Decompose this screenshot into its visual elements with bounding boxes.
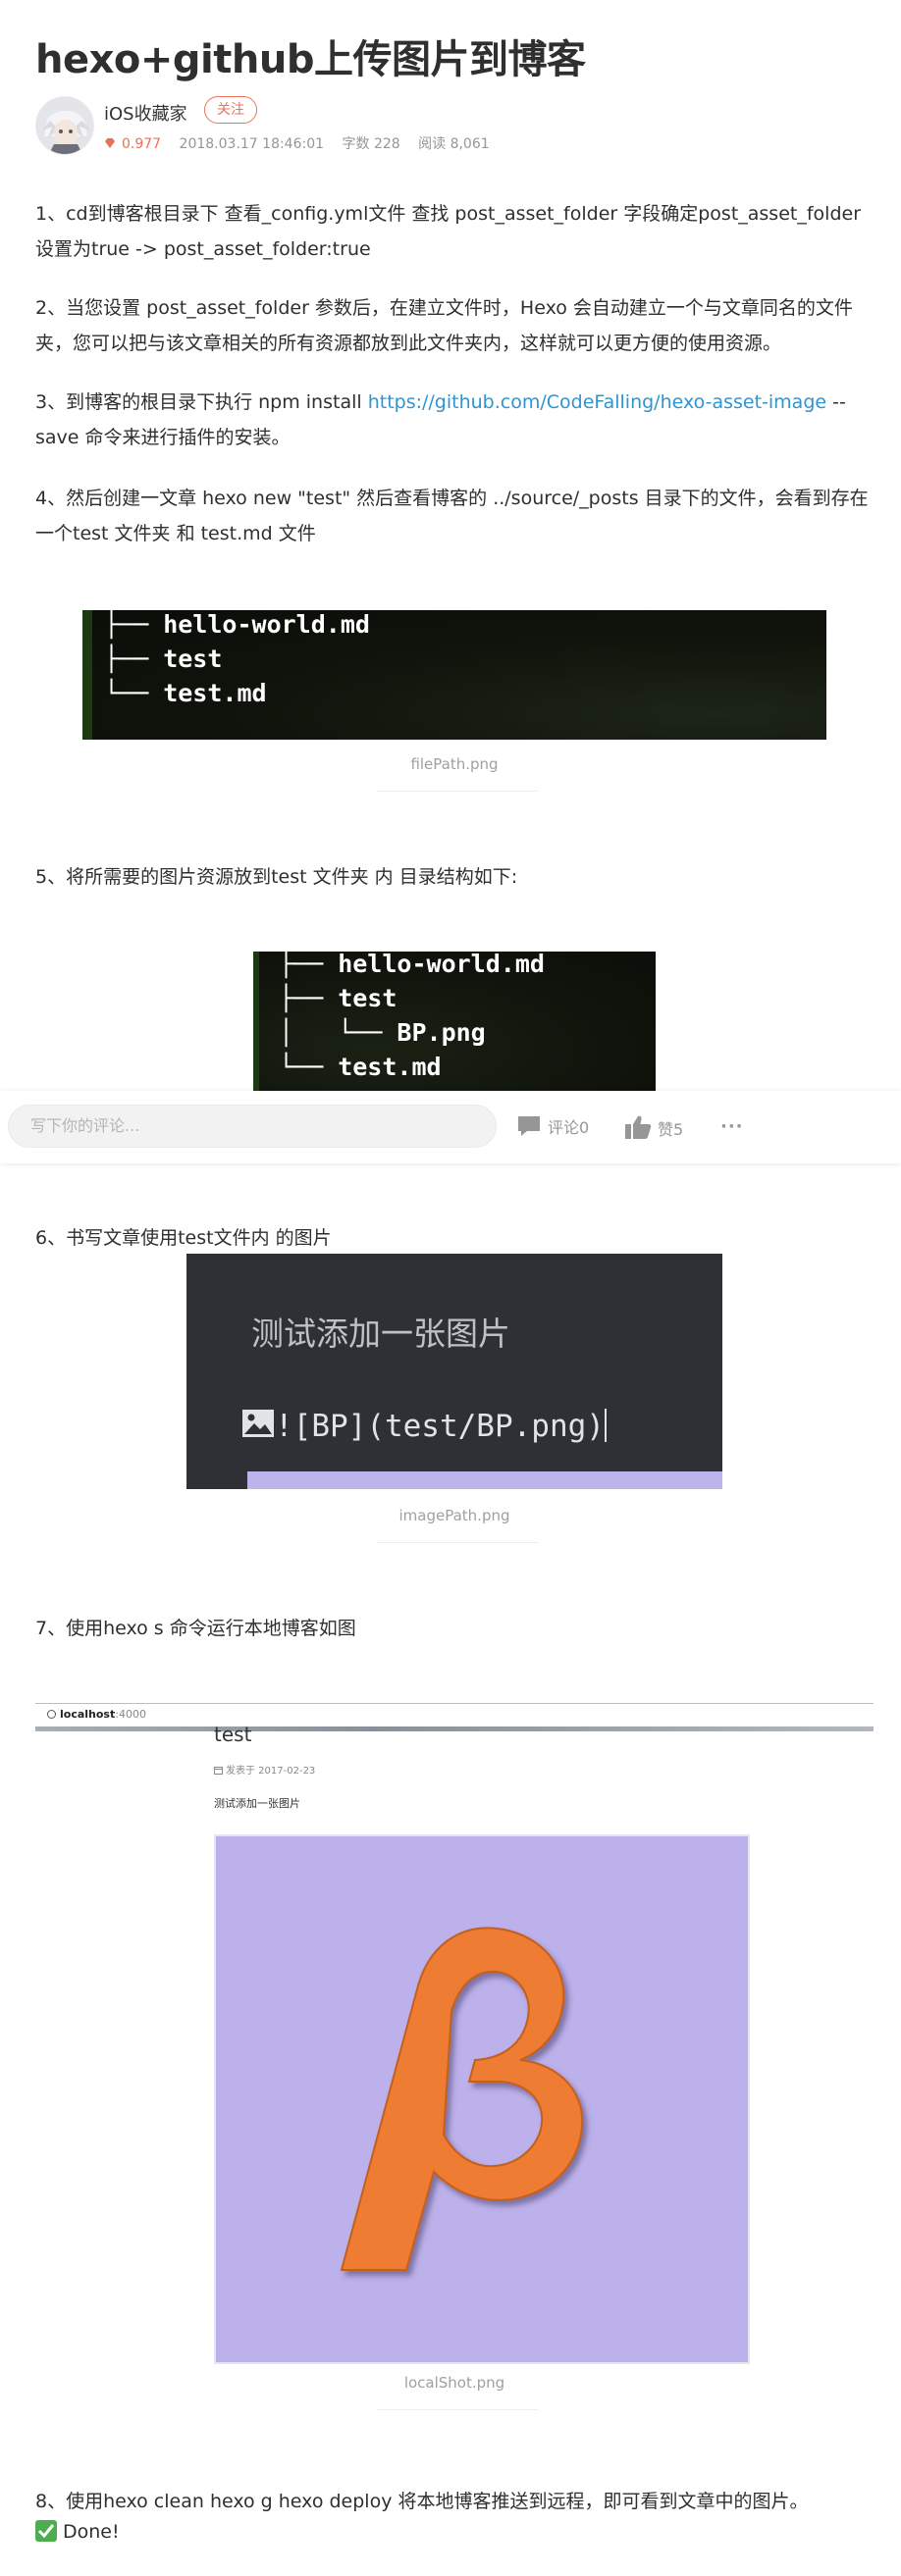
address-host: localhost xyxy=(60,1708,116,1721)
comments-button[interactable]: 评论0 xyxy=(516,1114,589,1140)
reload-icon xyxy=(47,1710,56,1719)
caption-divider xyxy=(377,1542,538,1543)
diamond-icon xyxy=(105,138,115,148)
local-post-date-text: 发表于 2017-02-23 xyxy=(226,1766,316,1777)
image-caption: filePath.png xyxy=(410,755,499,773)
paragraph-3-text: 3、到博客的根目录下执行 npm install xyxy=(35,391,368,413)
paragraph-7: 7、使用hexo s 命令运行本地博客如图 xyxy=(35,1618,356,1639)
paragraph-4: 4、然后创建一文章 hexo new "test" 然后查看博客的 ../sou… xyxy=(35,488,869,544)
paragraph-1: 1、cd到博客根目录下 查看_config.yml文件 查找 post_asse… xyxy=(35,203,862,260)
done-line: Done! xyxy=(35,2520,120,2543)
image-caption: localShot.png xyxy=(403,2374,505,2392)
editor-screenshot: 测试添加一张图片 ![BP](test/BP.png) xyxy=(186,1254,722,1489)
paragraph-5: 5、将所需要的图片资源放到test 文件夹 内 目录结构如下: xyxy=(35,866,518,888)
tree-line: ├── test xyxy=(279,984,398,1012)
tree-line: ├── test xyxy=(104,644,223,673)
publish-date: 2018.03.17 18:46:01 xyxy=(179,136,325,152)
editor-code-line: ![BP](test/BP.png) xyxy=(241,1409,607,1444)
browser-header-rule xyxy=(35,1726,874,1731)
paragraph-3: 3、到博客的根目录下执行 npm install https://github.… xyxy=(35,385,870,455)
paragraph-6: 6、书写文章使用test文件内 的图片 xyxy=(35,1227,332,1249)
jewel-score: 0.977 xyxy=(104,136,166,152)
article-page: hexo+github上传图片到博客 iOS收藏家 关注 0.977 2018.… xyxy=(0,0,901,2576)
caption-divider xyxy=(377,791,538,792)
plugin-link[interactable]: https://github.com/CodeFalling/hexo-asse… xyxy=(368,391,826,413)
author-info: iOS收藏家 关注 0.977 2018.03.17 18:46:01 字数 2… xyxy=(35,96,624,157)
directory-structure-image: ├── hello-world.md ├── test │ └── BP.png… xyxy=(253,952,656,1091)
article-title: hexo+github上传图片到博客 xyxy=(35,37,586,82)
tree-line: ├── hello-world.md xyxy=(104,610,370,639)
tree-line: ├── hello-world.md xyxy=(279,952,545,978)
beta-logo xyxy=(340,1927,584,2271)
file-path-image: ├── hello-world.md ├── test └── test.md xyxy=(82,610,826,740)
follow-button[interactable]: 关注 xyxy=(204,96,257,124)
local-post-date: 发表于 2017-02-23 xyxy=(214,1762,315,1777)
local-post-title: test xyxy=(214,1723,252,1746)
browser-address-bar: localhost:4000 xyxy=(35,1703,874,1725)
text-cursor xyxy=(604,1409,607,1442)
comment-toolbar: 写下你的评论... 评论0 赞5 ··· xyxy=(0,1091,901,1163)
caption-divider xyxy=(377,2409,538,2410)
tree-line: │ └── BP.png xyxy=(279,1018,486,1047)
image-icon xyxy=(242,1410,274,1437)
likes-count: 赞5 xyxy=(658,1120,684,1139)
tree-line: └── test.md xyxy=(279,1053,442,1081)
comment-input[interactable]: 写下你的评论... xyxy=(8,1105,497,1148)
tree-line: └── test.md xyxy=(104,679,267,707)
word-count: 字数 228 xyxy=(342,136,400,152)
done-text: Done! xyxy=(63,2521,120,2543)
author-name[interactable]: iOS收藏家 xyxy=(104,100,187,126)
comment-icon xyxy=(518,1116,540,1136)
address-port: :4000 xyxy=(115,1708,146,1721)
image-preview-strip xyxy=(247,1471,722,1489)
paragraph-2: 2、当您设置 post_asset_folder 参数后，在建立文件时，Hexo… xyxy=(35,297,853,354)
editor-heading-text: 测试添加一张图片 xyxy=(251,1314,510,1353)
markdown-image-syntax: ![BP](test/BP.png) xyxy=(275,1409,605,1444)
read-count: 阅读 8,061 xyxy=(418,136,490,152)
comments-count: 评论0 xyxy=(548,1118,590,1137)
like-button[interactable]: 赞5 xyxy=(624,1114,683,1140)
score-value: 0.977 xyxy=(122,136,162,152)
paragraph-8: 8、使用hexo clean hexo g hexo deploy 将本地博客推… xyxy=(35,2491,809,2512)
calendar-icon xyxy=(214,1767,223,1775)
local-blog-screenshot: localhost:4000 test 发表于 2017-02-23 测试添加一… xyxy=(35,1703,874,2364)
article-meta: 0.977 2018.03.17 18:46:01 字数 228 阅读 8,06… xyxy=(104,133,504,153)
more-options-button[interactable]: ··· xyxy=(720,1114,744,1140)
checkmark-icon xyxy=(35,2520,57,2542)
thumbs-up-icon xyxy=(625,1115,652,1139)
local-post-body: 测试添加一张图片 xyxy=(214,1797,300,1810)
image-caption: imagePath.png xyxy=(398,1507,510,1524)
beta-image xyxy=(214,1834,750,2364)
author-avatar[interactable] xyxy=(35,96,94,155)
